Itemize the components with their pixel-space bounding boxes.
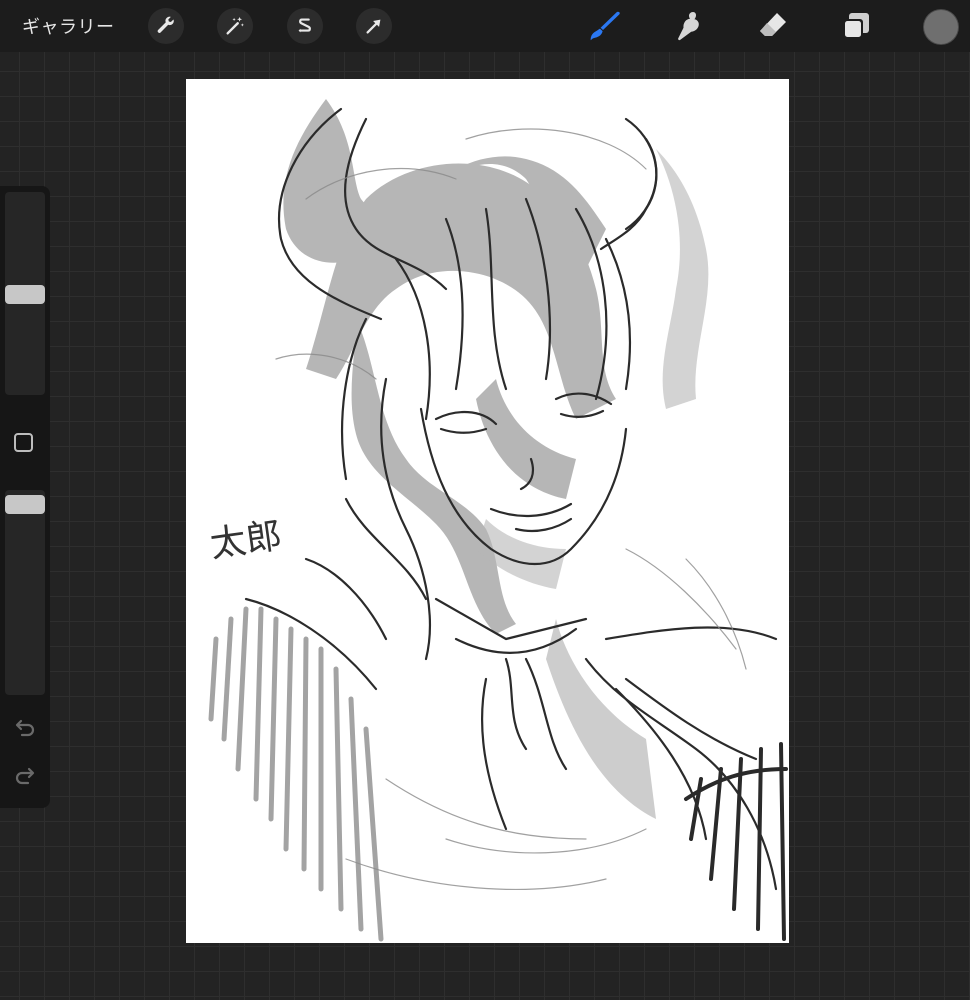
signature-text: 太郎 (208, 515, 285, 566)
brush-icon (590, 11, 620, 41)
transform-arrow-icon (366, 19, 381, 34)
top-toolbar: ギャラリー (0, 0, 970, 52)
undo-icon (15, 719, 35, 737)
redo-button[interactable] (12, 766, 38, 788)
left-sidebar (0, 186, 50, 808)
wrench-icon (157, 16, 174, 33)
undo-button[interactable] (12, 716, 38, 738)
eraser-icon (760, 13, 786, 36)
size-slider-thumb[interactable] (5, 285, 45, 304)
actions-button[interactable] (148, 8, 184, 44)
selection-icon (298, 18, 311, 33)
redo-icon (15, 767, 35, 785)
gallery-button[interactable]: ギャラリー (22, 13, 115, 39)
adjustments-button[interactable] (217, 8, 253, 44)
eraser-tool-button[interactable] (755, 8, 791, 44)
magic-wand-icon (226, 16, 244, 35)
smudge-icon (678, 12, 699, 41)
sketch-artwork: 太郎 (208, 99, 788, 942)
color-picker-button[interactable] (924, 10, 958, 44)
modify-square-icon[interactable] (14, 433, 33, 452)
layers-button[interactable] (838, 8, 874, 44)
brush-tool-button[interactable] (588, 8, 624, 44)
smudge-tool-button[interactable] (671, 8, 707, 44)
drawing-canvas[interactable]: 太郎 (186, 79, 789, 943)
opacity-slider[interactable] (5, 490, 45, 695)
layers-icon (843, 13, 869, 39)
opacity-slider-thumb[interactable] (5, 495, 45, 514)
transform-button[interactable] (356, 8, 392, 44)
selection-button[interactable] (287, 8, 323, 44)
